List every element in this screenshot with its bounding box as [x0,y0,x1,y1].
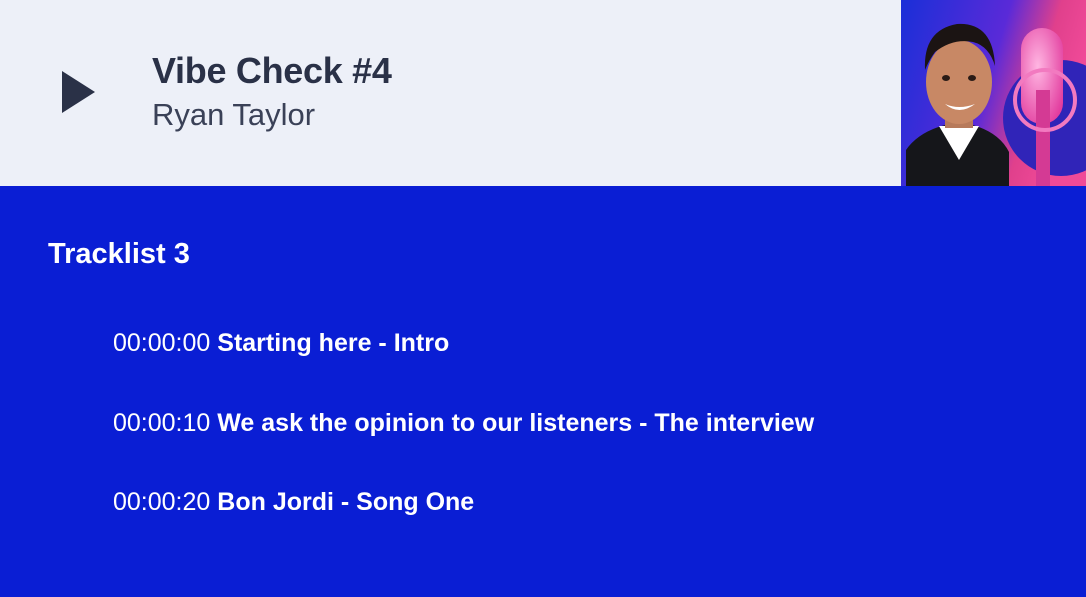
episode-artist: Ryan Taylor [152,97,316,132]
podcast-player: Vibe Check #4 Ryan Taylor Tracklist 3 00… [0,0,1086,597]
track-title: Starting here - Intro [217,329,450,357]
cover-art [901,0,1086,186]
episode-title: Vibe Check #4 [152,50,392,91]
track-title: Bon Jordi - Song One [217,488,475,516]
track-timestamp: 00:00:00 [113,329,211,357]
player-header: Vibe Check #4 Ryan Taylor [0,0,901,186]
track-title: We ask the opinion to our listeners - Th… [217,409,815,437]
track-timestamp: 00:00:10 [113,409,211,437]
track-timestamp: 00:00:20 [113,488,211,516]
track-item[interactable]: 00:00:10 We ask the opinion to our liste… [113,409,814,438]
tracklist-heading: Tracklist 3 [48,238,190,270]
play-icon [62,71,95,113]
play-button[interactable] [56,66,100,118]
track-item[interactable]: 00:00:00 Starting here - Intro [113,329,449,358]
track-item[interactable]: 00:00:20 Bon Jordi - Song One [113,488,474,517]
